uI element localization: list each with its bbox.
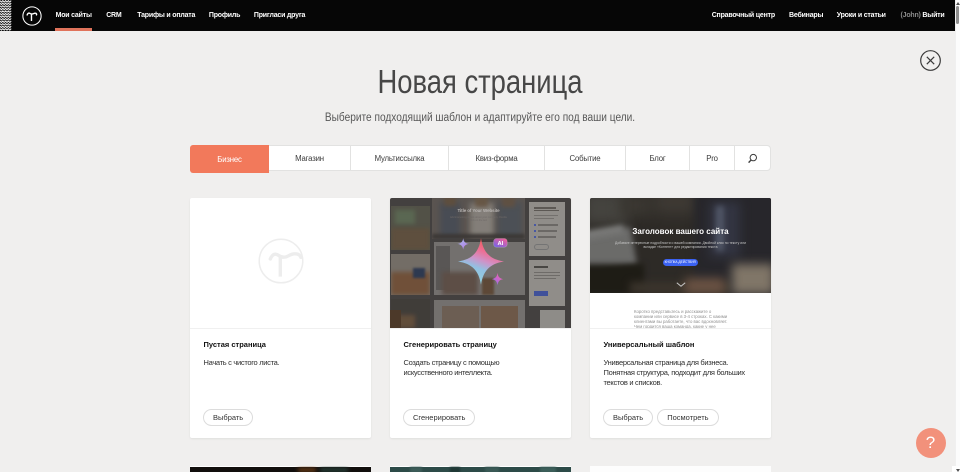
svg-text:AI: AI bbox=[497, 241, 503, 247]
